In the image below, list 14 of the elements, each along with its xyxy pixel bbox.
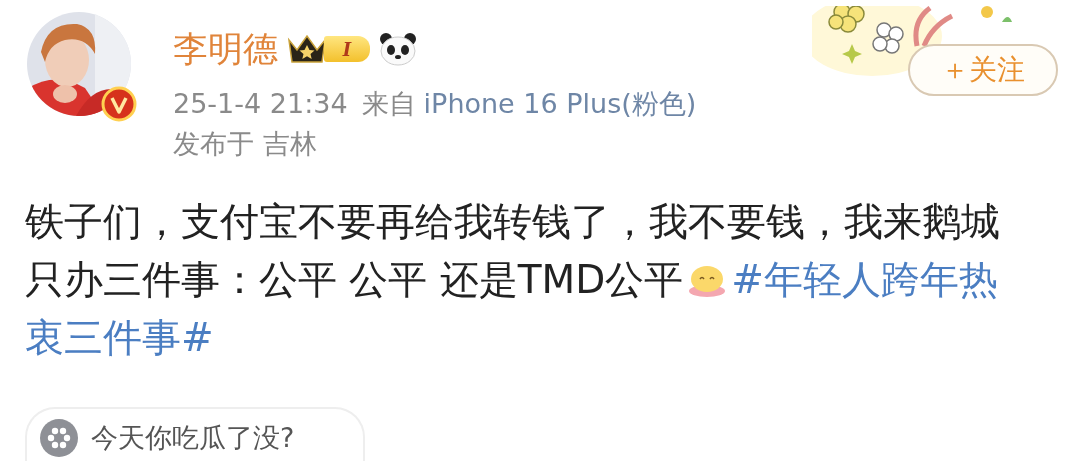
hashtag-link[interactable]: #年轻人跨年热 <box>731 257 998 302</box>
post-time: 25-1-4 21:34 <box>173 87 348 121</box>
flower-icon <box>39 418 79 458</box>
source-label: 来自 <box>361 87 416 121</box>
comment-prompt-field[interactable]: 今天你吃瓜了没? <box>25 407 365 461</box>
source-device[interactable]: iPhone 16 Plus(粉色) <box>423 84 697 124</box>
post-location: 发布于 吉林 <box>173 127 317 161</box>
comment-placeholder: 今天你吃瓜了没? <box>91 421 295 455</box>
author-name[interactable]: 李明德 <box>173 31 278 67</box>
follow-button[interactable]: ＋关注 <box>908 44 1058 96</box>
member-level-badge: I <box>324 36 370 62</box>
post-text: 铁子们，支付宝不要再给我转钱了，我不要钱，我来鹅城 只办三件事：公平 公平 还是TMD公平 #年轻人跨年热 衷三件事# <box>25 198 1001 362</box>
panda-icon <box>378 31 418 67</box>
hashtag-link[interactable]: 衷三件事# <box>25 315 214 360</box>
